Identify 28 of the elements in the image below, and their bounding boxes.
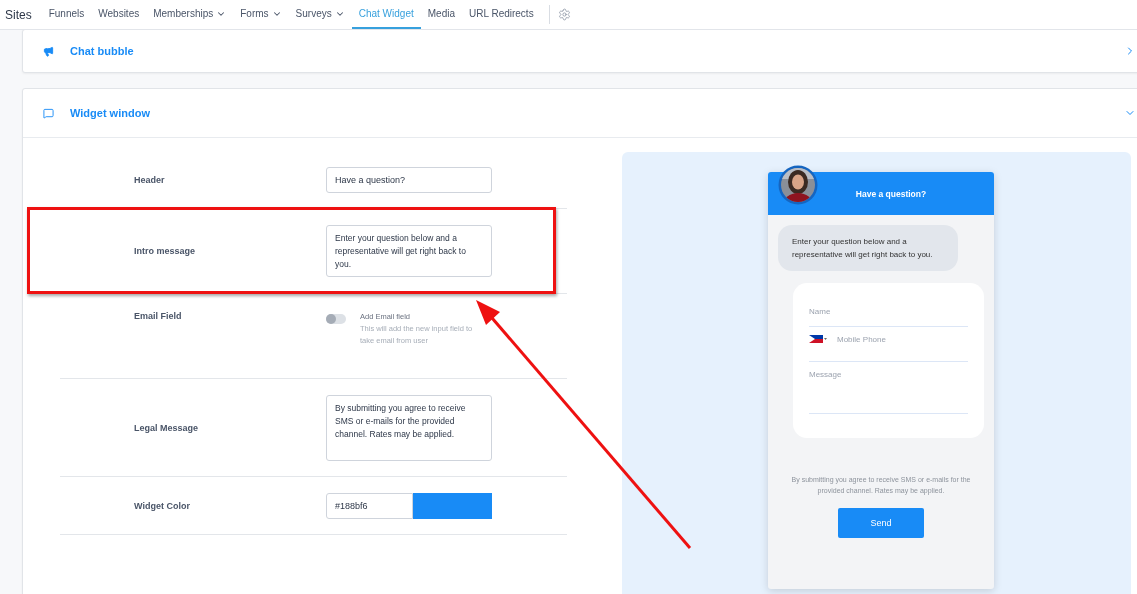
nav-tab[interactable]: URL Redirects — [462, 0, 541, 29]
nav-tab[interactable]: Memberships — [146, 0, 234, 29]
message-field[interactable]: By submitting you agree to receive SMS or e-mails for the provided channel. Rates may be applied. — [326, 394, 492, 461]
message-icon — [43, 107, 54, 119]
toggle-switch[interactable] — [326, 314, 346, 324]
nav-tab[interactable]: Forms — [233, 0, 289, 29]
intro-bubble: Enter your question below and a representative will get right back to you. — [778, 225, 958, 271]
section-title: Widget window — [70, 107, 151, 119]
nav-tab[interactable]: Websites — [91, 0, 147, 29]
section-title: Chat bubble — [70, 45, 135, 57]
nav-tab[interactable]: Funnels — [41, 0, 92, 29]
flag-icon — [809, 335, 827, 343]
megaphone-icon — [43, 45, 54, 57]
nav-tab[interactable]: Surveys — [288, 0, 352, 29]
setting-label: Intro message — [134, 246, 197, 256]
color-swatch[interactable] — [413, 492, 492, 519]
nav-tab[interactable]: Media — [420, 0, 462, 29]
setting-label: Email Field — [134, 310, 183, 321]
color-field[interactable]: #188bf6 — [326, 492, 413, 519]
setting-label: Legal Message — [134, 422, 200, 433]
text-field[interactable]: Have a question? — [326, 167, 492, 193]
settings-icon[interactable] — [557, 8, 571, 21]
section-header[interactable]: Widget window — [23, 89, 1137, 138]
message-field[interactable]: Enter your question below and a representative will get right back to you. — [326, 225, 492, 277]
setting-label: Widget Color — [134, 500, 191, 511]
widget-title: Have a question? — [855, 188, 927, 199]
setting-label: Header — [134, 175, 166, 185]
app-title: Sites — [5, 6, 32, 24]
